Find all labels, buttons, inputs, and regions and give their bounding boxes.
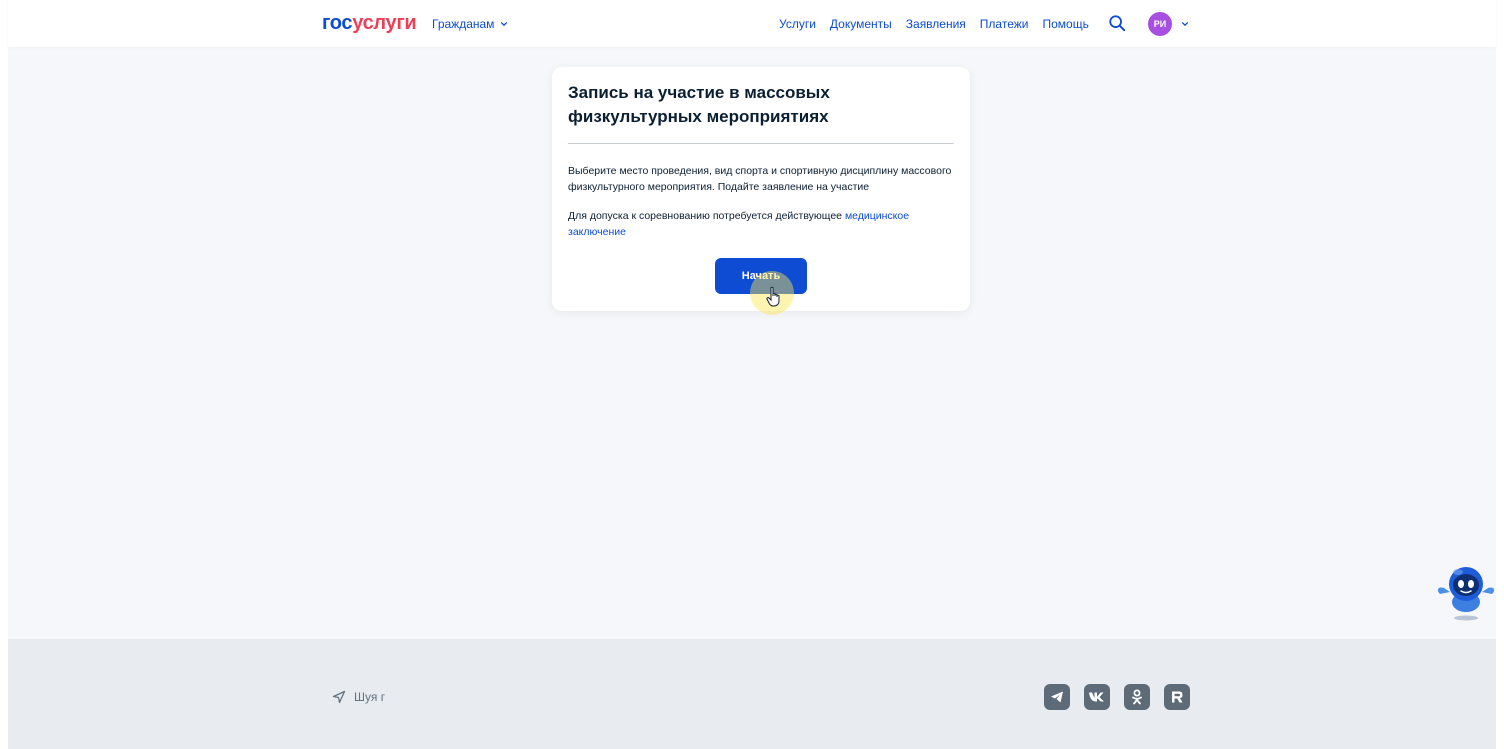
location-arrow-icon (332, 690, 346, 704)
search-icon[interactable] (1108, 14, 1126, 32)
profile-chevron-down-icon[interactable] (1181, 20, 1189, 28)
telegram-icon[interactable] (1044, 684, 1070, 710)
social-links (1044, 684, 1190, 710)
main-nav: Услуги Документы Заявления Платежи Помощ… (779, 17, 1089, 31)
gosuslugi-logo[interactable]: госуслуги (322, 12, 417, 35)
logo-part-uslugi: услуги (352, 12, 417, 34)
user-avatar[interactable]: РИ (1148, 12, 1172, 36)
nav-link-payments[interactable]: Платежи (980, 17, 1029, 31)
audience-label: Гражданам (432, 17, 495, 31)
nav-link-applications[interactable]: Заявления (906, 17, 966, 31)
location-selector[interactable]: Шуя г (332, 690, 385, 704)
audience-dropdown[interactable]: Гражданам (432, 17, 508, 31)
nav-link-documents[interactable]: Документы (830, 17, 892, 31)
nav-link-help[interactable]: Помощь (1042, 17, 1088, 31)
site-header (8, 0, 1496, 47)
chevron-down-icon (501, 22, 508, 27)
rutube-icon[interactable] (1164, 684, 1190, 710)
medical-note: Для допуска к соревнованию потребуется д… (568, 208, 958, 240)
service-description: Выберите место проведения, вид спорта и … (568, 165, 952, 193)
hand-cursor-icon (766, 286, 780, 307)
medical-note-text: Для допуска к соревнованию потребуется д… (568, 210, 845, 222)
page-title: Запись на участие в массовых физкультурн… (568, 83, 830, 126)
logo-part-gos: гос (322, 12, 353, 34)
location-label: Шуя г (354, 690, 386, 704)
site-footer (8, 639, 1496, 749)
ok-icon[interactable] (1124, 684, 1150, 710)
robot-assistant-icon[interactable] (1434, 560, 1498, 622)
nav-link-services[interactable]: Услуги (779, 17, 816, 31)
vk-icon[interactable] (1084, 684, 1110, 710)
title-divider (568, 143, 954, 144)
